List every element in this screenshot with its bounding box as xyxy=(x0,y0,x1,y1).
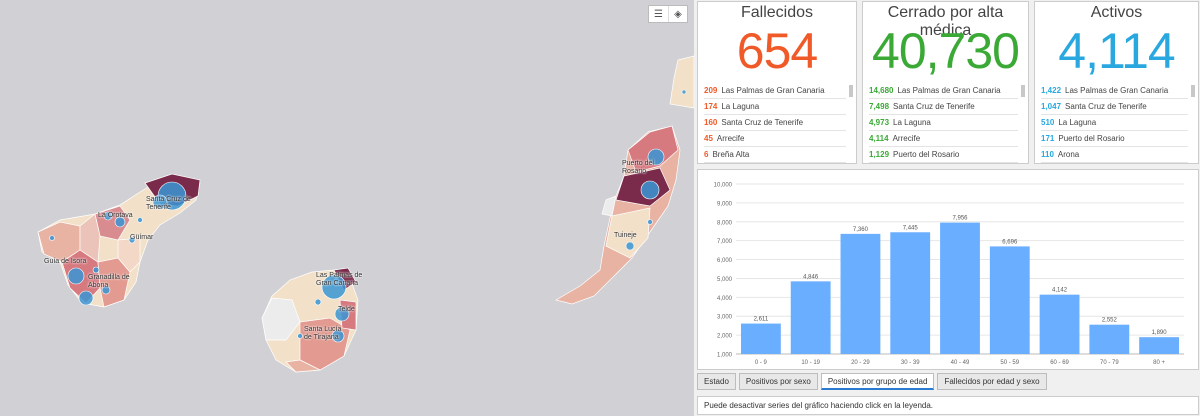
list-item[interactable]: 1,129 Puerto del Rosario xyxy=(869,147,1018,163)
map-label-guimar: Güímar xyxy=(130,234,154,241)
bar[interactable] xyxy=(1089,324,1130,354)
map-toolbar: ☰ ◈ xyxy=(648,5,688,23)
lanzarote-island[interactable] xyxy=(669,55,694,109)
map-label-la-orotava: La Orotava xyxy=(98,212,133,219)
tab-positivos-por-grupo-de-edad[interactable]: Positivos por grupo de edad xyxy=(820,373,935,390)
map-canvas[interactable] xyxy=(0,0,694,416)
y-tick-label: 3,000 xyxy=(717,315,733,321)
age-group-bar-chart[interactable]: 1,000 2,000 3,000 4,000 5,000 6,000 7,000 8,000… xyxy=(698,170,1198,369)
bar-value-label: 7,445 xyxy=(903,225,919,231)
list-scrollbar[interactable] xyxy=(849,85,853,97)
y-tick-label: 7,000 xyxy=(717,239,733,245)
map-label-santa-cruz: Santa Cruz de Tenerife xyxy=(146,196,191,211)
card-list[interactable]: 1,422 Las Palmas de Gran Canaria 1,047 San… xyxy=(1041,83,1188,163)
list-item[interactable]: 1,047 Santa Cruz de Tenerife xyxy=(1041,99,1188,115)
list-item[interactable]: 45 Arrecife xyxy=(704,131,846,147)
tab-fallecidos-por-edad-y-sexo[interactable]: Fallecidos por edad y sexo xyxy=(937,373,1047,390)
y-tick-label: 1,000 xyxy=(717,353,733,359)
bar-value-label: 7,956 xyxy=(952,216,968,222)
x-tick-label: 70 - 79 xyxy=(1100,360,1119,366)
tab-positivos-por-sexo[interactable]: Positivos por sexo xyxy=(738,373,818,390)
dashboard: ☰ ◈ Santa Cruz de Tenerife La Orotava Gü… xyxy=(0,0,1200,416)
list-item[interactable]: 14,680 Las Palmas de Gran Canaria xyxy=(869,83,1018,99)
x-tick-label: 60 - 69 xyxy=(1050,360,1069,366)
bar[interactable] xyxy=(989,246,1030,354)
bar-value-label: 2,552 xyxy=(1102,318,1118,324)
map-label-puerto-del-rosario: Puerto del Rosario xyxy=(622,160,654,175)
card-value: 4,114 xyxy=(1058,23,1175,79)
card-cerrado-alta-medica: Cerrado por alta médica 40,730 14,680 Las… xyxy=(862,1,1029,164)
card-title: Fallecidos xyxy=(740,4,814,21)
bar[interactable] xyxy=(790,281,831,354)
map-label-granadilla: Granadilla de Abona xyxy=(88,274,130,289)
list-item[interactable]: 7,498 Santa Cruz de Tenerife xyxy=(869,99,1018,115)
y-tick-label: 8,000 xyxy=(717,220,733,226)
bar[interactable] xyxy=(840,233,881,354)
map-label-las-palmas: Las Palmas de Gran Canaria xyxy=(316,272,363,287)
x-tick-label: 40 - 49 xyxy=(951,360,970,366)
bar[interactable] xyxy=(940,222,980,354)
bar[interactable] xyxy=(890,232,931,354)
legend-icon[interactable]: ☰ xyxy=(649,6,668,22)
tab-estado[interactable]: Estado xyxy=(697,373,736,390)
y-tick-label: 10,000 xyxy=(714,183,733,189)
list-item[interactable]: 160 Santa Cruz de Tenerife xyxy=(704,115,846,131)
list-scrollbar[interactable] xyxy=(1021,85,1025,97)
bar-value-label: 6,696 xyxy=(1002,239,1018,245)
bar[interactable] xyxy=(1039,294,1080,354)
list-scrollbar[interactable] xyxy=(1191,85,1195,97)
bar-value-label: 4,846 xyxy=(803,274,819,280)
legend-note: Puede desactivar series del gráfico haci… xyxy=(697,396,1199,415)
list-item[interactable]: 4,973 La Laguna xyxy=(869,115,1018,131)
y-tick-label: 9,000 xyxy=(717,201,733,207)
map-label-santa-lucia: Santa Lucía de Tirajana xyxy=(304,326,342,341)
list-item[interactable]: 4,114 Arrecife xyxy=(869,131,1018,147)
card-value: 654 xyxy=(736,23,818,79)
list-item[interactable]: 171 Puerto del Rosario xyxy=(1041,131,1188,147)
card-list[interactable]: 14,680 Las Palmas de Gran Canaria 7,498 Sa… xyxy=(869,83,1018,163)
card-fallecidos: Fallecidos 654 209 Las Palmas de Gran Can… xyxy=(697,1,857,164)
card-list[interactable]: 209 Las Palmas de Gran Canaria 174 La Lagu… xyxy=(704,83,846,163)
card-title: Activos xyxy=(1090,4,1143,21)
x-tick-label: 30 - 39 xyxy=(901,360,920,366)
y-tick-label: 4,000 xyxy=(717,296,733,302)
bar[interactable] xyxy=(1139,337,1180,354)
y-tick-label: 5,000 xyxy=(717,277,733,283)
list-item[interactable]: 209 Las Palmas de Gran Canaria xyxy=(704,83,846,99)
bar-value-label: 1,890 xyxy=(1152,330,1168,336)
chart-tabs: Estado Positivos por sexo Positivos por … xyxy=(697,373,1050,391)
map-label-tuineje: Tuineje xyxy=(614,232,637,239)
x-tick-label: 50 - 59 xyxy=(1000,360,1019,366)
x-tick-label: 0 - 9 xyxy=(755,360,768,366)
layers-icon[interactable]: ◈ xyxy=(667,6,687,22)
x-tick-label: 20 - 29 xyxy=(851,360,870,366)
bar-value-label: 7,360 xyxy=(853,227,869,233)
map-label-guia-de-isora: Guía de Isora xyxy=(44,258,87,265)
map-label-telde: Telde xyxy=(338,306,355,313)
list-item[interactable]: 6 Breña Alta xyxy=(704,147,846,163)
y-tick-label: 6,000 xyxy=(717,258,733,264)
list-item[interactable]: 110 Arona xyxy=(1041,147,1188,163)
bar[interactable] xyxy=(740,323,781,354)
bar-value-label: 4,142 xyxy=(1052,288,1068,294)
age-group-chart-panel: 1,000 2,000 3,000 4,000 5,000 6,000 7,000 8,000… xyxy=(697,169,1199,370)
list-item[interactable]: 174 La Laguna xyxy=(704,99,846,115)
x-tick-label: 80 + xyxy=(1153,360,1165,366)
map-panel[interactable]: ☰ ◈ Santa Cruz de Tenerife La Orotava Gü… xyxy=(0,0,694,416)
card-activos: Activos 4,114 1,422 Las Palmas de Gran Ca… xyxy=(1034,1,1199,164)
list-item[interactable]: 510 La Laguna xyxy=(1041,115,1188,131)
y-tick-label: 2,000 xyxy=(717,334,733,340)
x-tick-label: 10 - 19 xyxy=(801,360,820,366)
card-value: 40,730 xyxy=(872,23,1020,79)
list-item[interactable]: 1,422 Las Palmas de Gran Canaria xyxy=(1041,83,1188,99)
bar-value-label: 2,611 xyxy=(754,317,769,323)
card-title: Cerrado por alta médica xyxy=(887,4,1004,39)
